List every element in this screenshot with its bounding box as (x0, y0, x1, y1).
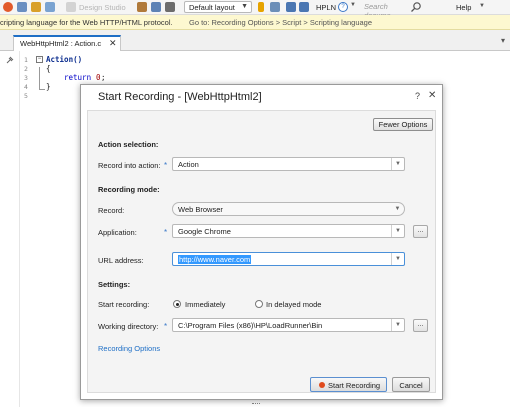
record-into-action-value: Action (178, 160, 199, 169)
radio-immediately[interactable] (173, 300, 181, 308)
record-into-label: Record into action: (98, 161, 161, 170)
settings-heading: Settings: (98, 280, 131, 289)
radio-immediately-label[interactable]: Immediately (185, 300, 225, 309)
bulb-icon[interactable] (258, 2, 264, 12)
layout-select[interactable]: Default layout ▼ (184, 1, 252, 13)
main-toolbar: Design Studio Default layout ▼ HPLN ? ▼ … (0, 0, 510, 20)
url-address-value: http://www.naver.com (178, 255, 252, 264)
start-recording-dialog: Start Recording - [WebHttpHtml2] ? ✕ Few… (80, 84, 443, 400)
dialog-body: Fewer Options Action selection: Record i… (87, 110, 436, 393)
fold-guide (39, 67, 40, 89)
help-menu[interactable]: Help (456, 3, 471, 12)
chevron-down-icon[interactable]: ▼ (479, 3, 485, 9)
working-directory-browse-button[interactable]: ... (413, 319, 428, 332)
url-address-input[interactable]: http://www.naver.com ▼ (172, 252, 405, 266)
tab-action-c[interactable]: WebHttpHtml2 : Action.c ✕ (13, 35, 121, 51)
application-label: Application: (98, 228, 137, 237)
application-browse-button[interactable]: ... (413, 225, 428, 238)
url-address-label: URL address: (98, 256, 144, 265)
chevron-down-icon[interactable]: ▼ (391, 158, 404, 170)
code-line-2: { (46, 64, 51, 73)
hint-text: cripting language for the Web HTTP/HTML … (0, 18, 173, 27)
fewer-options-button[interactable]: Fewer Options (373, 118, 433, 131)
help-dropdown-icon[interactable]: ▼ (350, 2, 356, 8)
chevron-down-icon[interactable]: ▼ (391, 225, 404, 237)
edit-icon[interactable] (270, 2, 280, 12)
working-directory-value: C:\Program Files (x86)\HP\LoadRunner\Bin (178, 321, 323, 330)
help-icon[interactable]: ? (415, 91, 420, 101)
record-label: Record: (98, 206, 125, 215)
record-type-select[interactable]: Web Browser ▼ (172, 202, 405, 216)
protocol-label[interactable]: HPLN (316, 3, 336, 12)
code-line-4: } (46, 82, 51, 91)
close-icon[interactable]: ✕ (109, 38, 117, 49)
pin-icon[interactable] (5, 55, 15, 65)
application-value: Google Chrome (178, 227, 231, 236)
chevron-down-icon[interactable]: ▼ (391, 253, 404, 265)
application-select[interactable]: Google Chrome ▼ (172, 224, 405, 238)
search-icon[interactable] (410, 1, 422, 13)
hint-goto-link[interactable]: Go to: Recording Options > Script > Scri… (189, 18, 372, 27)
code-line-3-keyword: return (64, 73, 92, 82)
hint-bar: cripting language for the Web HTTP/HTML … (0, 15, 510, 30)
editor-gutter (0, 51, 20, 407)
layout-grid-icon[interactable] (286, 2, 296, 12)
record-icon (319, 382, 325, 388)
tab-label: WebHttpHtml2 : Action.c (20, 39, 102, 48)
dialog-title: Start Recording - [WebHttpHtml2] (98, 91, 262, 103)
code-line-3-number: 0 (96, 73, 101, 82)
chevron-down-icon: ▼ (241, 3, 248, 10)
line-number: 2 (24, 65, 28, 73)
line-number: 1 (24, 56, 28, 64)
stop-icon[interactable] (45, 2, 55, 12)
cancel-button[interactable]: Cancel (392, 377, 430, 392)
tiles-icon[interactable] (299, 2, 309, 12)
line-number: 5 (24, 92, 28, 100)
tab-list-icon[interactable]: ▾ (501, 36, 505, 45)
radio-delayed-mode-label[interactable]: In delayed mode (266, 300, 321, 309)
code-line-1: Action() (46, 55, 83, 64)
required-marker: * (164, 322, 168, 331)
start-recording-label: Start recording: (98, 300, 150, 309)
editor-tab-strip: WebHttpHtml2 : Action.c ✕ ▾ (0, 30, 510, 51)
design-studio-icon (66, 2, 76, 12)
required-marker: * (164, 228, 168, 237)
radio-delayed-mode[interactable] (255, 300, 263, 308)
recording-mode-heading: Recording mode: (98, 185, 160, 194)
compile-icon[interactable] (31, 2, 41, 12)
record-icon[interactable] (3, 2, 13, 12)
record-into-action-select[interactable]: Action ▼ (172, 157, 405, 171)
runtime-settings-icon[interactable] (151, 2, 161, 12)
layout-select-value: Default layout (189, 3, 235, 12)
working-directory-select[interactable]: C:\Program Files (x86)\HP\LoadRunner\Bin… (172, 318, 405, 332)
splitter-handle[interactable] (252, 403, 260, 406)
chevron-down-icon[interactable]: ▼ (391, 203, 404, 215)
required-marker: * (164, 161, 168, 170)
help-circle-icon[interactable]: ? (338, 2, 348, 12)
chevron-down-icon[interactable]: ▼ (391, 319, 404, 331)
action-selection-heading: Action selection: (98, 140, 159, 149)
close-icon[interactable]: ✕ (428, 90, 436, 101)
line-number: 3 (24, 74, 28, 82)
snapshot-icon[interactable] (137, 2, 147, 12)
fold-guide-end (39, 89, 45, 90)
code-line-3-semicolon: ; (101, 73, 106, 82)
record-type-value: Web Browser (178, 205, 223, 214)
recording-options-link[interactable]: Recording Options (98, 344, 160, 353)
fold-toggle-icon[interactable]: − (36, 56, 43, 63)
start-recording-button-label: Start Recording (328, 381, 381, 390)
line-number: 4 (24, 83, 28, 91)
replay-icon[interactable] (17, 2, 27, 12)
grid-icon[interactable] (165, 2, 175, 12)
working-directory-label: Working directory: (98, 322, 159, 331)
design-studio-label[interactable]: Design Studio (79, 3, 126, 12)
start-recording-button[interactable]: Start Recording (310, 377, 387, 392)
